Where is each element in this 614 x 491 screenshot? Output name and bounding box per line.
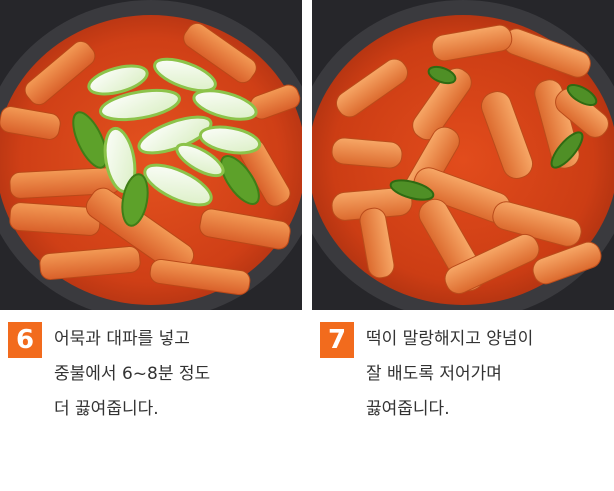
step-7-line-3: 끓여줍니다.: [366, 399, 450, 419]
step-number-badge: 7: [320, 322, 354, 358]
step-7-panel: 7 떡이 말랑해지고 양념이 잘 배도록 저어가며 끓여줍니다.: [312, 0, 614, 491]
step-6-panel: 6 어묵과 대파를 넣고 중불에서 6~8분 정도 더 끓여줍니다.: [0, 0, 302, 491]
step-7-line-2: 잘 배도록 저어가며: [366, 364, 502, 384]
step-7-line-1: 떡이 말랑해지고 양념이: [366, 329, 534, 349]
step-6-line-2: 중불에서 6~8분 정도: [54, 364, 211, 384]
step-6-line-1: 어묵과 대파를 넣고: [54, 329, 190, 349]
step-7-instruction: 떡이 말랑해지고 양념이 잘 배도록 저어가며 끓여줍니다.: [366, 322, 612, 427]
step-6-line-3: 더 끓여줍니다.: [54, 399, 159, 419]
step-number-badge: 6: [8, 322, 42, 358]
step-6-photo: [0, 0, 302, 310]
step-7-photo: [312, 0, 614, 310]
recipe-steps: 6 어묵과 대파를 넣고 중불에서 6~8분 정도 더 끓여줍니다. 7 떡이 …: [0, 0, 614, 491]
step-6-instruction: 어묵과 대파를 넣고 중불에서 6~8분 정도 더 끓여줍니다.: [54, 322, 300, 427]
